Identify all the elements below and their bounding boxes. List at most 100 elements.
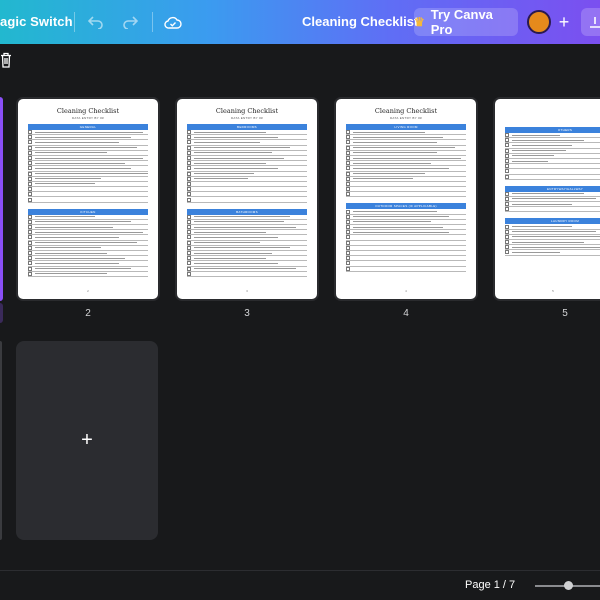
checklist-document: OTHERS ENTRYWAY/HALLWAY LAUNDRY ROOM	[505, 123, 600, 256]
checkbox-icon	[187, 219, 191, 224]
checkbox-icon	[28, 187, 32, 192]
add-collaborator-icon[interactable]: +	[554, 10, 574, 34]
checkbox-icon	[28, 251, 32, 256]
checkbox-icon	[505, 164, 509, 169]
checkbox-icon	[505, 191, 509, 196]
checkbox-icon	[346, 140, 350, 145]
checklist-subtitle: DATA ENTRY BY ##	[71, 116, 105, 120]
checkbox-icon	[346, 230, 350, 235]
checkbox-icon	[28, 219, 32, 224]
checkbox-icon	[187, 271, 191, 276]
checkbox-icon	[346, 181, 350, 186]
row-text	[194, 242, 260, 244]
checkbox-icon	[505, 207, 509, 212]
row-text	[353, 167, 449, 169]
checkbox-icon	[28, 214, 32, 219]
share-button[interactable]	[581, 8, 600, 36]
row-text	[512, 236, 600, 238]
row-text	[194, 236, 278, 238]
try-pro-label: Try Canva Pro	[430, 7, 493, 37]
row-text	[353, 173, 425, 175]
redo-icon[interactable]	[118, 10, 142, 34]
row-text	[194, 136, 278, 138]
row-text	[353, 231, 449, 233]
row-text	[194, 173, 254, 175]
checkbox-icon	[346, 130, 350, 135]
checkbox-icon	[346, 219, 350, 224]
page-thumbnail-1-edge[interactable]	[0, 97, 3, 301]
page-1-label-edge	[0, 303, 3, 323]
row-text	[35, 147, 137, 149]
row-text	[353, 131, 425, 133]
row-text	[353, 141, 437, 143]
page-thumbnail-3[interactable]: Cleaning Checklist DATA ENTRY BY ## BEDROO…	[175, 97, 319, 301]
row-text	[194, 141, 260, 143]
checklist-title: Cleaning Checklist	[374, 107, 438, 115]
checkbox-icon	[187, 266, 191, 271]
checkbox-icon	[505, 202, 509, 207]
checkbox-icon	[187, 176, 191, 181]
row-text	[35, 183, 95, 185]
checkbox-icon	[28, 192, 32, 197]
magic-switch-button[interactable]: agic Switch	[0, 14, 73, 29]
cloud-saved-icon[interactable]	[161, 10, 185, 34]
checkbox-icon	[28, 235, 32, 240]
avatar[interactable]	[527, 10, 551, 34]
checkbox-icon	[346, 214, 350, 219]
checklist-document: Cleaning Checklist DATA ENTRY BY ## GENERA…	[28, 107, 148, 277]
add-page-button[interactable]: +	[16, 341, 158, 540]
checkbox-icon	[28, 266, 32, 271]
row-text	[194, 247, 290, 249]
checkbox-icon	[187, 192, 191, 197]
trash-icon[interactable]	[0, 52, 14, 68]
bottom-bar: Page 1 / 7	[0, 570, 600, 600]
row-text	[35, 131, 143, 133]
checklist-row	[187, 197, 307, 203]
row-text	[194, 131, 266, 133]
document-title[interactable]: Cleaning Checklist	[302, 14, 418, 29]
crown-icon: ♛	[414, 15, 425, 29]
checkbox-icon	[346, 261, 350, 266]
checklist-row	[505, 207, 600, 213]
page-indicator[interactable]: Page 1 / 7	[465, 579, 515, 591]
checklist-row	[346, 266, 466, 272]
row-text	[35, 257, 125, 259]
top-bar: agic Switch Cleaning Checklist ♛ Try Can…	[0, 0, 600, 44]
page-thumbnail-4[interactable]: Cleaning Checklist DATA ENTRY BY ## LIVING…	[334, 97, 478, 301]
checkbox-icon	[28, 161, 32, 166]
row-text	[35, 173, 148, 175]
checkbox-icon	[28, 271, 32, 276]
checklist-row	[505, 174, 600, 180]
row-text	[194, 268, 296, 270]
row-text	[35, 167, 131, 169]
row-text	[512, 134, 560, 136]
row-text	[194, 226, 296, 228]
checkbox-icon	[187, 161, 191, 166]
checkbox-icon	[187, 225, 191, 230]
checkbox-icon	[187, 140, 191, 145]
row-text	[194, 152, 272, 154]
page-thumbnail-edge[interactable]	[0, 341, 2, 540]
page-thumbnail-2[interactable]: Cleaning Checklist DATA ENTRY BY ## GENERA…	[16, 97, 160, 301]
row-text	[35, 152, 107, 154]
checkbox-icon	[346, 187, 350, 192]
row-text	[194, 216, 290, 218]
checkbox-icon	[505, 138, 509, 143]
checkbox-icon	[28, 135, 32, 140]
row-text	[512, 251, 560, 253]
checkbox-icon	[28, 256, 32, 261]
checkbox-icon	[505, 250, 509, 255]
checkbox-icon	[187, 166, 191, 171]
row-text	[35, 268, 131, 270]
try-canva-pro-button[interactable]: ♛ Try Canva Pro	[414, 7, 518, 37]
page-thumbnail-5[interactable]: OTHERS ENTRYWAY/HALLWAY LAUNDRY ROOM 5	[493, 97, 600, 301]
checkbox-icon	[505, 240, 509, 245]
undo-icon[interactable]	[84, 10, 108, 34]
row-text	[512, 246, 600, 248]
checkbox-icon	[346, 209, 350, 214]
checkbox-icon	[505, 159, 509, 164]
zoom-slider-handle[interactable]	[563, 581, 573, 590]
checkbox-icon	[346, 192, 350, 197]
checkbox-icon	[28, 245, 32, 250]
page-number-label: 5	[562, 308, 568, 319]
